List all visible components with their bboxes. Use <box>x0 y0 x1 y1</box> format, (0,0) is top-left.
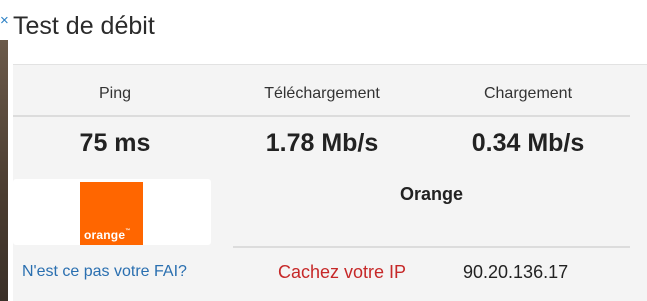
upload-label: Chargement <box>483 85 573 102</box>
orange-logo: orange™ <box>80 182 143 245</box>
speed-test-widget: × Test de débit Ping Téléchargement Char… <box>0 0 647 301</box>
page-title: Test de débit <box>13 12 155 40</box>
upload-value: 0.34 Mb/s <box>471 129 585 157</box>
header-divider <box>13 115 630 117</box>
download-value: 1.78 Mb/s <box>265 129 379 157</box>
not-your-isp-link[interactable]: N'est ce pas votre FAI? <box>22 263 187 281</box>
close-icon[interactable]: × <box>0 13 10 28</box>
results-panel: Ping Téléchargement Chargement 75 ms 1.7… <box>13 64 647 301</box>
download-label: Téléchargement <box>264 85 380 102</box>
isp-logo-card: orange™ <box>13 179 211 245</box>
ping-value: 75 ms <box>79 129 151 157</box>
isp-divider <box>233 246 630 248</box>
orange-logo-text: orange™ <box>84 228 131 242</box>
ip-address: 90.20.136.17 <box>463 262 569 282</box>
isp-name: Orange <box>399 184 464 204</box>
background-image-strip <box>0 40 8 301</box>
ping-label: Ping <box>98 85 132 102</box>
hide-ip-link[interactable]: Cachez votre IP <box>278 262 406 283</box>
